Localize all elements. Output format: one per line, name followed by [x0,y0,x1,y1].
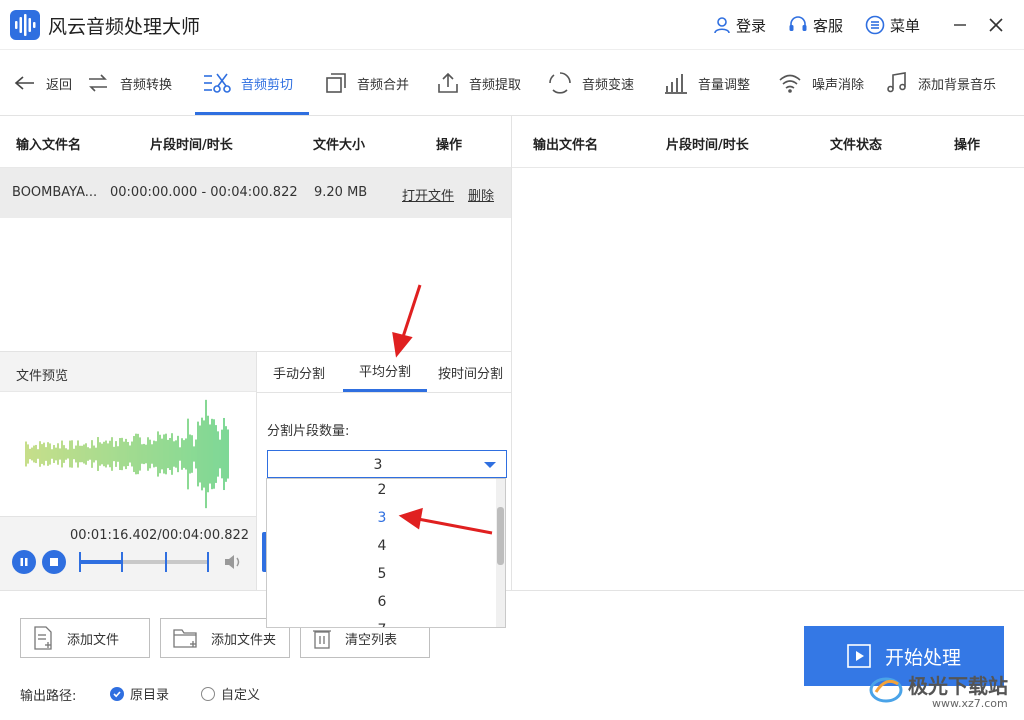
arrowhead-icon [392,331,413,358]
annotation-arrows [392,284,493,535]
arrowhead-icon [398,507,423,530]
annotation-arrow [400,284,422,341]
annotation-arrow [417,517,493,535]
